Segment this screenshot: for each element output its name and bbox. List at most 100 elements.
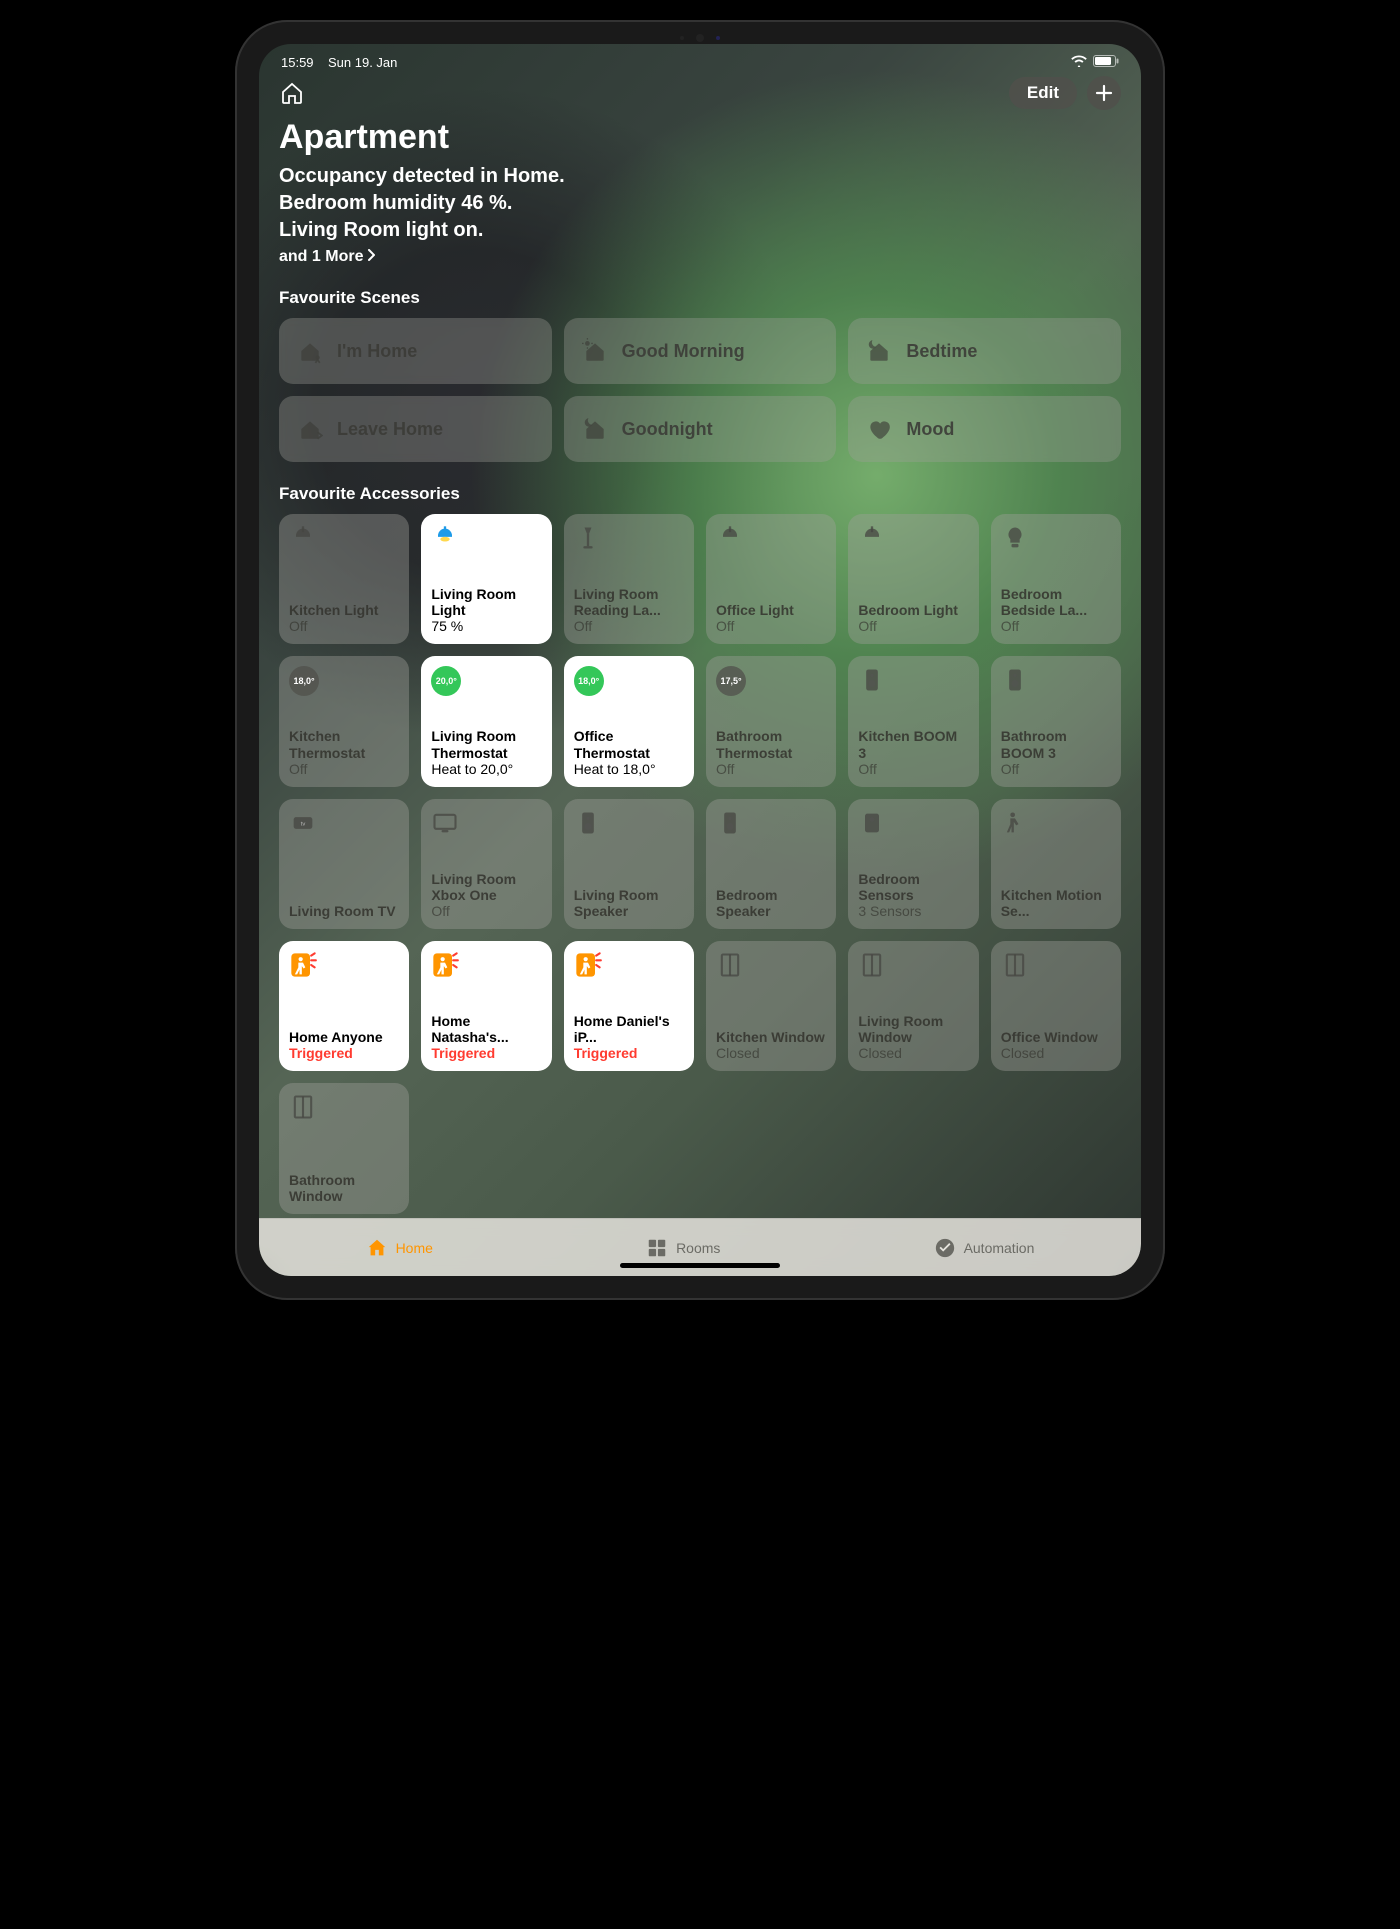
accessory-text: Living Room Reading La...Off (574, 586, 684, 634)
home-summary[interactable]: Occupancy detected in Home. Bedroom humi… (279, 163, 1121, 244)
scene-tile[interactable]: I'm Home (279, 318, 552, 384)
accessory-status: Off (1001, 618, 1111, 634)
accessory-name: Office Window (1001, 1029, 1111, 1045)
scene-tile[interactable]: Leave Home (279, 396, 552, 462)
accessory-status: Triggered (574, 1045, 684, 1061)
sun-house-icon (582, 338, 608, 364)
scene-tile[interactable]: Goodnight (564, 396, 837, 462)
tab-rooms[interactable]: Rooms (646, 1237, 720, 1259)
accessory-tile[interactable]: Office LightOff (706, 514, 836, 644)
accessory-status: Off (858, 618, 968, 634)
accessory-tile[interactable]: Living Room Xbox OneOff (421, 799, 551, 929)
accessory-name: Kitchen Thermostat (289, 728, 399, 760)
moon-house-icon (582, 416, 608, 442)
edit-button[interactable]: Edit (1009, 77, 1077, 109)
accessory-tile[interactable]: Living Room WindowClosed (848, 941, 978, 1071)
home-icon[interactable] (279, 80, 305, 106)
tab-automation[interactable]: Automation (934, 1237, 1035, 1259)
accessory-status: Off (716, 761, 826, 777)
status-date: Sun 19. Jan (328, 55, 397, 70)
speaker-icon (716, 809, 826, 841)
tab-home[interactable]: Home (366, 1237, 433, 1259)
appletv-icon: tv (289, 809, 399, 841)
accessory-text: Kitchen LightOff (289, 602, 399, 634)
scene-label: I'm Home (337, 341, 417, 362)
accessory-text: Office ThermostatHeat to 18,0° (574, 728, 684, 776)
chevron-right-icon (367, 248, 375, 266)
accessory-name: Bathroom BOOM 3 (1001, 728, 1111, 760)
accessory-name: Home Daniel's iP... (574, 1013, 684, 1045)
scene-label: Goodnight (622, 419, 713, 440)
accessory-text: Kitchen WindowClosed (716, 1029, 826, 1061)
accessory-text: Office WindowClosed (1001, 1029, 1111, 1061)
accessory-text: Living Room ThermostatHeat to 20,0° (431, 728, 541, 776)
accessory-text: Bedroom Sensors3 Sensors (858, 871, 968, 919)
scenes-grid: I'm Home Good Morning Bedtime Leave Home Goo… (279, 318, 1121, 462)
accessory-text: Kitchen ThermostatOff (289, 728, 399, 776)
accessory-tile[interactable]: Bedroom Speaker (706, 799, 836, 929)
accessories-grid: Kitchen LightOff Living Room Light75 % Liv… (279, 514, 1121, 1214)
accessory-tile[interactable]: Kitchen BOOM 3Off (848, 656, 978, 786)
scene-tile[interactable]: Mood (848, 396, 1121, 462)
pendant-icon (289, 524, 399, 556)
accessory-tile[interactable]: tvLiving Room TV (279, 799, 409, 929)
home-title: Apartment (279, 118, 1121, 157)
accessory-tile[interactable]: Home AnyoneTriggered (279, 941, 409, 1071)
accessory-name: Kitchen BOOM 3 (858, 728, 968, 760)
accessory-text: Living Room Xbox OneOff (431, 871, 541, 919)
accessory-name: Living Room Thermostat (431, 728, 541, 760)
accessory-text: Bathroom BOOM 3Off (1001, 728, 1111, 776)
accessory-tile[interactable]: Kitchen WindowClosed (706, 941, 836, 1071)
accessory-text: Bathroom Window (289, 1172, 399, 1204)
accessory-tile[interactable]: Kitchen LightOff (279, 514, 409, 644)
accessory-tile[interactable]: 20,0°Living Room ThermostatHeat to 20,0° (421, 656, 551, 786)
camera-dot (696, 34, 704, 42)
accessory-text: Kitchen Motion Se... (1001, 887, 1111, 919)
house-leave-icon (297, 416, 323, 442)
accessory-tile[interactable]: Bedroom LightOff (848, 514, 978, 644)
accessory-tile[interactable]: Office WindowClosed (991, 941, 1121, 1071)
wifi-icon (1071, 54, 1087, 70)
accessory-tile[interactable]: Bedroom Bedside La...Off (991, 514, 1121, 644)
accessory-status: Off (858, 761, 968, 777)
accessory-tile[interactable]: 17,5°Bathroom ThermostatOff (706, 656, 836, 786)
scene-label: Mood (906, 419, 954, 440)
accessory-text: Office LightOff (716, 602, 826, 634)
tv-icon (431, 809, 541, 841)
motion-on-icon (431, 951, 541, 983)
accessory-tile[interactable]: 18,0°Office ThermostatHeat to 18,0° (564, 656, 694, 786)
accessory-status: Closed (858, 1045, 968, 1061)
accessory-tile[interactable]: Living Room Light75 % (421, 514, 551, 644)
accessory-name: Living Room Reading La... (574, 586, 684, 618)
moon-house-icon (866, 338, 892, 364)
accessory-tile[interactable]: Bedroom Sensors3 Sensors (848, 799, 978, 929)
accessory-tile[interactable]: Living Room Speaker (564, 799, 694, 929)
accessory-tile[interactable]: Living Room Reading La...Off (564, 514, 694, 644)
heart-icon (866, 416, 892, 442)
accessory-tile[interactable]: Kitchen Motion Se... (991, 799, 1121, 929)
summary-more-link[interactable]: and 1 More (279, 248, 1121, 266)
accessory-name: Bedroom Bedside La... (1001, 586, 1111, 618)
accessory-tile[interactable]: Bathroom Window (279, 1083, 409, 1213)
accessory-tile[interactable]: Home Natasha's...Triggered (421, 941, 551, 1071)
accessory-name: Living Room Window (858, 1013, 968, 1045)
summary-line-2: Bedroom humidity 46 %. (279, 190, 1121, 217)
home-indicator[interactable] (620, 1263, 780, 1268)
scene-label: Bedtime (906, 341, 977, 362)
thermo-off-icon: 17,5° (716, 666, 826, 698)
scene-tile[interactable]: Bedtime (848, 318, 1121, 384)
accessory-text: Bedroom Speaker (716, 887, 826, 919)
accessory-tile[interactable]: Bathroom BOOM 3Off (991, 656, 1121, 786)
battery-icon (1093, 54, 1119, 70)
toolbar: Edit (259, 74, 1141, 118)
scene-tile[interactable]: Good Morning (564, 318, 837, 384)
accessory-tile[interactable]: 18,0°Kitchen ThermostatOff (279, 656, 409, 786)
accessory-text: Home Daniel's iP...Triggered (574, 1013, 684, 1061)
accessory-tile[interactable]: Home Daniel's iP...Triggered (564, 941, 694, 1071)
speaker-icon (1001, 666, 1111, 698)
accessories-section-label: Favourite Accessories (279, 484, 1121, 504)
accessory-name: Kitchen Window (716, 1029, 826, 1045)
add-button[interactable] (1087, 76, 1121, 110)
content: Apartment Occupancy detected in Home. Be… (259, 118, 1141, 1218)
accessory-text: Bedroom LightOff (858, 602, 968, 634)
